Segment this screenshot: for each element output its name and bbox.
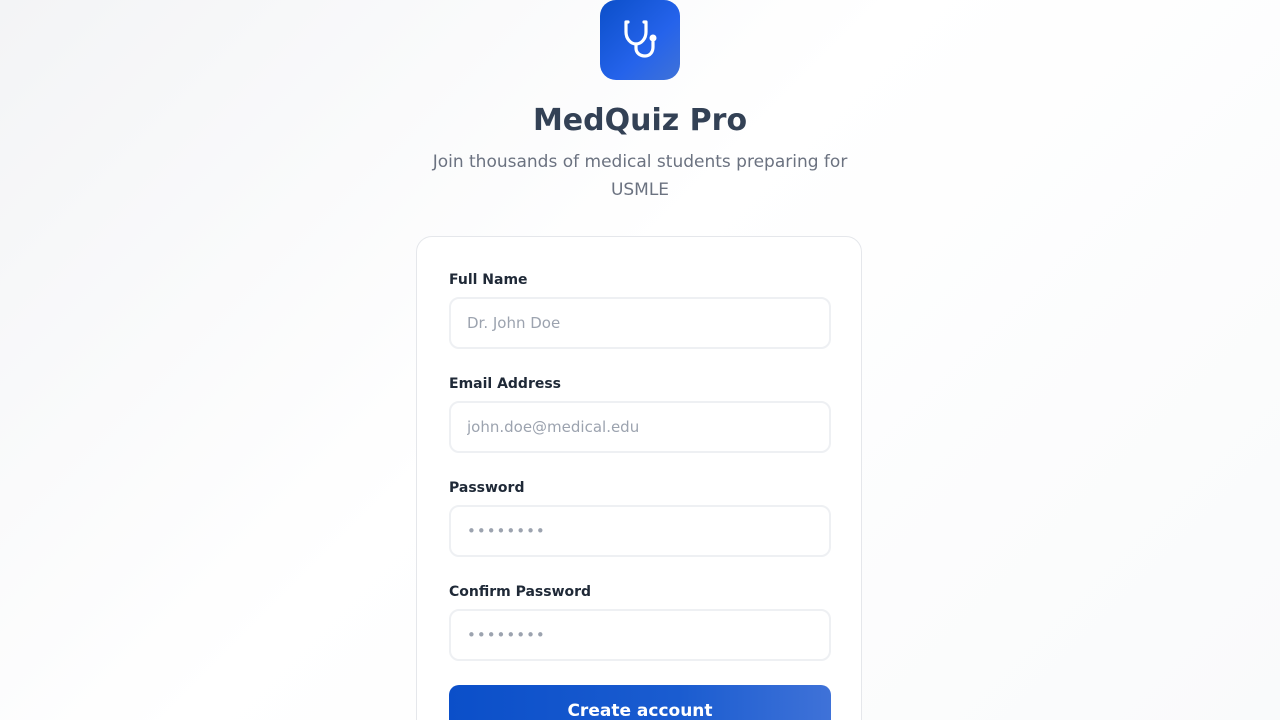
email-label: Email Address	[449, 376, 562, 392]
confirm-password-label: Confirm Password	[449, 584, 592, 600]
password-label: Password	[449, 480, 525, 496]
create-account-button[interactable]: Create account	[449, 685, 831, 720]
app-logo	[600, 0, 680, 80]
email-input[interactable]	[449, 401, 831, 453]
confirm-password-input[interactable]	[449, 609, 831, 661]
full-name-input[interactable]	[449, 297, 831, 349]
stethoscope-icon	[616, 14, 664, 66]
password-input[interactable]	[449, 505, 831, 557]
app-title: MedQuiz Pro	[532, 103, 748, 138]
signup-card: Full Name Email Address Password Confirm…	[416, 236, 862, 720]
app-subtitle: Join thousands of medical students prepa…	[432, 152, 848, 200]
full-name-label: Full Name	[449, 272, 528, 288]
